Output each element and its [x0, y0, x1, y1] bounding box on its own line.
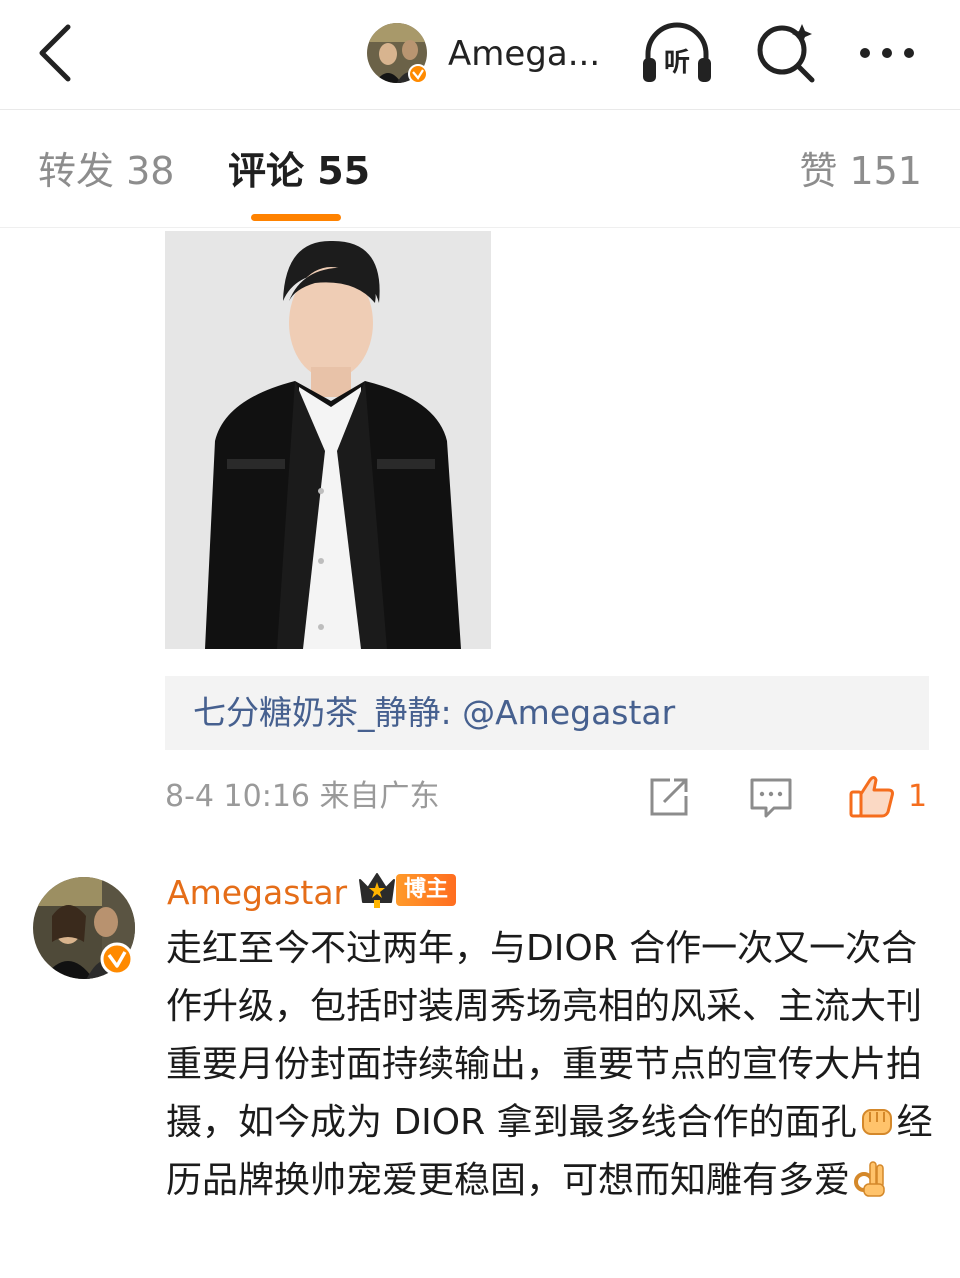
ok-hand-emoji-icon [854, 1161, 885, 1197]
headphones-icon: 听 [643, 22, 711, 82]
reply-text: 七分糖奶茶_静静: @Amegastar [193, 688, 675, 738]
tab-comment[interactable]: 评论 55 [228, 146, 370, 196]
reply-quote[interactable]: 七分糖奶茶_静静: @Amegastar [165, 676, 929, 750]
thumbs-up-icon [849, 776, 894, 818]
listen-button[interactable]: 听 [638, 20, 716, 86]
fist-emoji-icon [861, 1109, 892, 1135]
verified-icon [408, 64, 428, 84]
more-icon [860, 48, 914, 58]
search-icon [757, 24, 815, 83]
crown-badge [356, 868, 398, 910]
tab-bar: 转发 38 评论 55 赞 151 [0, 110, 960, 228]
reply-mention[interactable]: @Amegastar [462, 693, 675, 732]
top-nav-bar: Amega... 听 [0, 0, 960, 110]
verified-icon [100, 942, 134, 976]
search-button[interactable] [752, 20, 818, 86]
comment-photo[interactable] [165, 231, 491, 649]
repost-button[interactable] [646, 774, 692, 820]
active-tab-indicator [251, 214, 341, 221]
blogger-badge: 博主 [396, 874, 457, 906]
more-button[interactable] [852, 24, 922, 82]
reply-user[interactable]: 七分糖奶茶_静静 [193, 693, 441, 732]
back-button[interactable] [26, 20, 82, 86]
svg-text:听: 听 [664, 48, 690, 78]
reply-separator: : [440, 693, 463, 732]
nav-avatar[interactable] [366, 22, 428, 84]
share-icon [650, 778, 688, 816]
tab-like[interactable]: 赞 151 [799, 146, 922, 196]
crown-icon [359, 873, 395, 908]
tab-repost[interactable]: 转发 38 [38, 146, 174, 196]
back-arrow-icon [39, 24, 71, 82]
comment-button[interactable] [748, 774, 794, 820]
comment-meta: 8-4 10:16 来自广东 [165, 779, 440, 814]
comment-text-part1: 走红至今不过两年，与DIOR 合作一次又一次合作升级，包括时装周秀场亮相的风采、… [166, 928, 923, 1143]
like-count: 1 [908, 779, 928, 814]
commenter-name[interactable]: Amegastar [167, 868, 347, 918]
like-button[interactable] [848, 772, 896, 820]
comment-icon [750, 778, 792, 818]
comment-text: 走红至今不过两年，与DIOR 合作一次又一次合作升级，包括时装周秀场亮相的风采、… [166, 920, 936, 1210]
commenter-avatar[interactable] [32, 876, 136, 980]
nav-title[interactable]: Amega... [448, 30, 600, 78]
